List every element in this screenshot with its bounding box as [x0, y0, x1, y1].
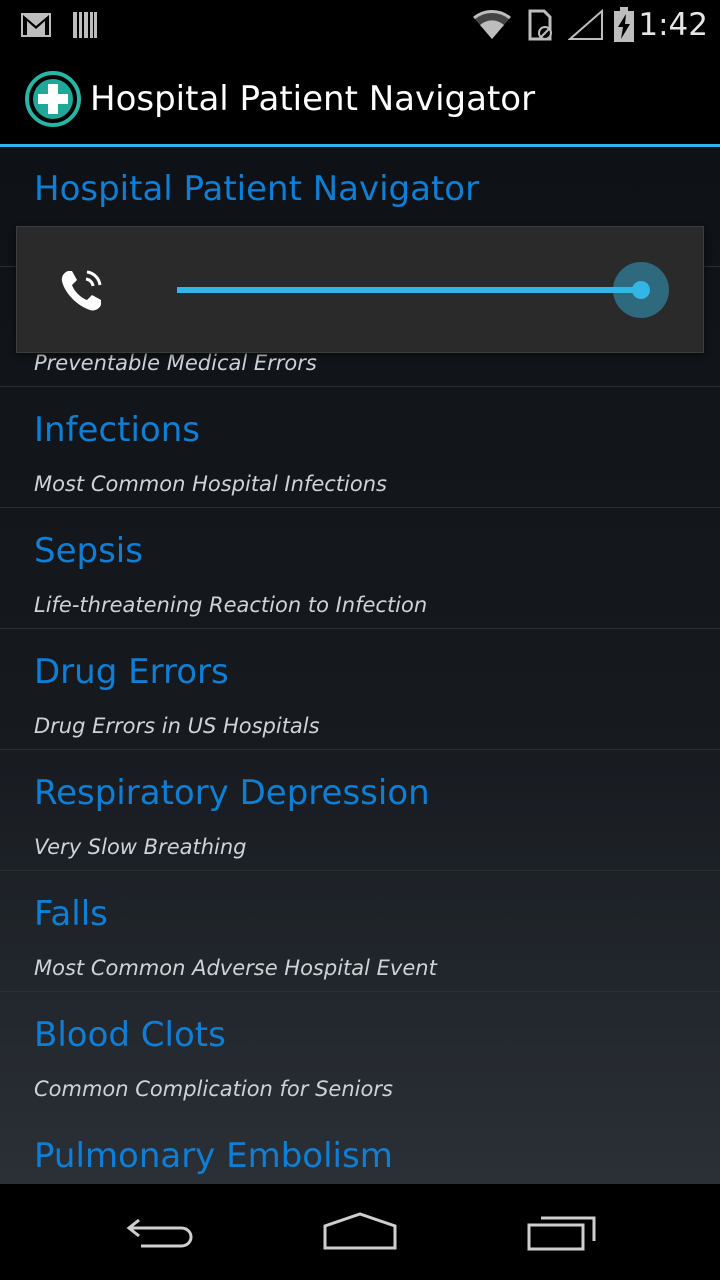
clock: 1:42: [638, 7, 708, 43]
list-item[interactable]: Infections Most Common Hospital Infectio…: [0, 388, 720, 508]
medical-cross-icon[interactable]: [24, 70, 82, 128]
list-item-title: Drug Errors: [34, 652, 229, 692]
list-item[interactable]: Falls Most Common Adverse Hospital Event: [0, 872, 720, 992]
list-item[interactable]: Pulmonary Embolism: [0, 1114, 720, 1184]
sim-icon: [524, 0, 556, 50]
list-item-title: Falls: [34, 894, 108, 934]
recents-icon[interactable]: [502, 1184, 622, 1280]
volume-panel: [16, 226, 704, 353]
app-title: Hospital Patient Navigator: [90, 79, 536, 119]
list-item-subtitle: Most Common Hospital Infections: [34, 472, 387, 496]
gmail-icon: [18, 0, 54, 50]
list-item-title: Hospital Patient Navigator: [34, 169, 480, 209]
list-item-title: Pulmonary Embolism: [34, 1136, 393, 1176]
list-item-subtitle: Preventable Medical Errors: [34, 351, 317, 375]
list-item[interactable]: Blood Clots Common Complication for Seni…: [0, 993, 720, 1113]
list-item-subtitle: Very Slow Breathing: [34, 835, 247, 859]
action-bar: Hospital Patient Navigator: [0, 50, 720, 147]
list-item-subtitle: Life-threatening Reaction to Infection: [34, 593, 428, 617]
list-item[interactable]: Drug Errors Drug Errors in US Hospitals: [0, 630, 720, 750]
volume-slider-thumb[interactable]: [613, 262, 669, 318]
volume-slider-track[interactable]: [177, 287, 641, 293]
list-item-title: Infections: [34, 410, 200, 450]
navigation-bar: [0, 1184, 720, 1280]
list-item[interactable]: Sepsis Life-threatening Reaction to Infe…: [0, 509, 720, 629]
list-item-subtitle: Drug Errors in US Hospitals: [34, 714, 320, 738]
phone-call-icon: [57, 265, 107, 315]
battery-charging-icon: [610, 0, 638, 50]
wifi-icon: [470, 0, 514, 50]
volume-slider-fill: [177, 287, 641, 293]
signal-icon: [566, 0, 606, 50]
barcode-icon: [70, 0, 100, 50]
list-item-title: Respiratory Depression: [34, 773, 430, 813]
list-item-title: Sepsis: [34, 531, 143, 571]
list-item-subtitle: Common Complication for Seniors: [34, 1077, 393, 1101]
home-icon[interactable]: [300, 1184, 420, 1280]
list-item-title: Blood Clots: [34, 1015, 226, 1055]
list-item[interactable]: Respiratory Depression Very Slow Breathi…: [0, 751, 720, 871]
back-icon[interactable]: [100, 1184, 220, 1280]
list-item-subtitle: Most Common Adverse Hospital Event: [34, 956, 437, 980]
status-bar: 1:42: [0, 0, 720, 50]
